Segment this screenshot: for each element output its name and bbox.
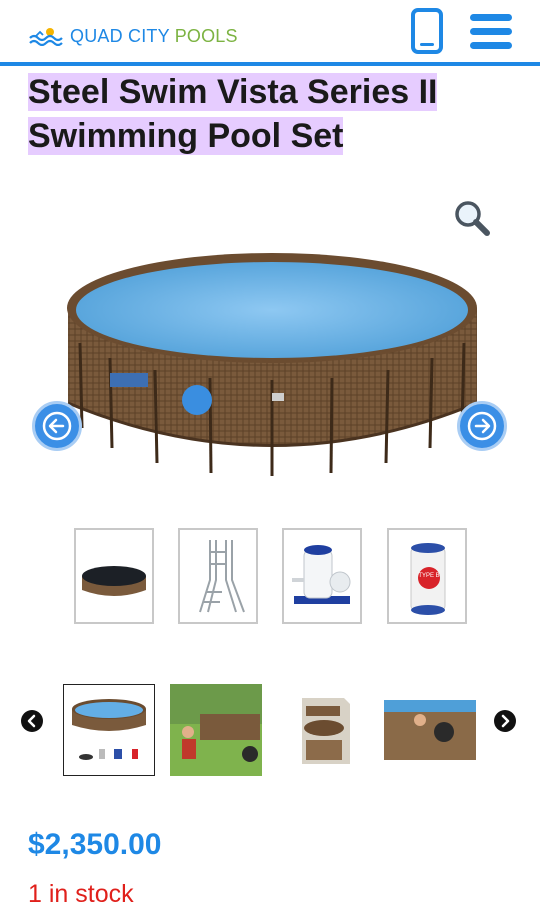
accessory-filter-pump[interactable] (282, 528, 362, 624)
filter-cartridge-image: TYPE B (410, 543, 446, 615)
pool-wave-logo-icon (29, 28, 63, 46)
accessory-filter-cartridge[interactable]: TYPE B (387, 528, 467, 624)
pool-cover-image (82, 566, 146, 596)
next-image-button[interactable] (457, 401, 507, 451)
accessory-pool-cover[interactable] (74, 528, 154, 624)
logo-text-pools: POOLS (174, 25, 238, 46)
gallery-thumb-backyard[interactable] (170, 684, 262, 776)
pool-in-use-thumbnail (384, 700, 476, 760)
chevron-right-icon (494, 710, 516, 732)
arrow-right-icon (467, 411, 497, 441)
phone-button[interactable] (410, 8, 444, 54)
pool-image (67, 253, 478, 476)
pool-ladder-image (199, 540, 245, 613)
site-logo[interactable]: QUAD CITY POOLS (28, 22, 238, 50)
filter-type-label: TYPE B (418, 573, 439, 579)
logo-text-quad: QUAD CITY (70, 25, 175, 46)
arrow-left-icon (42, 411, 72, 441)
gallery-prev-button[interactable] (20, 709, 44, 733)
gallery-thumb-pool-set[interactable] (63, 684, 155, 776)
product-title: Steel Swim Vista Series II Swimming Pool… (28, 73, 438, 155)
hamburger-menu-icon (470, 14, 512, 49)
accessory-pool-ladder[interactable] (178, 528, 258, 624)
logo-text: QUAD CITY POOLS (70, 26, 238, 47)
stock-status: 1 in stock (28, 880, 134, 908)
magnifier-icon (455, 201, 490, 236)
previous-image-button[interactable] (32, 401, 82, 451)
gallery-thumb-box[interactable] (278, 684, 370, 776)
header-divider (0, 62, 540, 66)
pool-set-thumbnail (72, 699, 146, 760)
gallery-thumb-in-use[interactable] (384, 684, 476, 776)
package-box-thumbnail (302, 698, 350, 764)
menu-button[interactable] (468, 12, 514, 52)
backyard-thumbnail (170, 684, 262, 776)
chevron-left-icon (21, 710, 43, 732)
main-product-image[interactable] (60, 248, 485, 483)
phone-icon (411, 8, 443, 54)
filter-pump-image (292, 545, 351, 604)
gallery-next-button[interactable] (493, 709, 517, 733)
product-price: $2,350.00 (28, 828, 162, 861)
zoom-button[interactable] (452, 198, 492, 238)
site-header: QUAD CITY POOLS (0, 0, 540, 66)
